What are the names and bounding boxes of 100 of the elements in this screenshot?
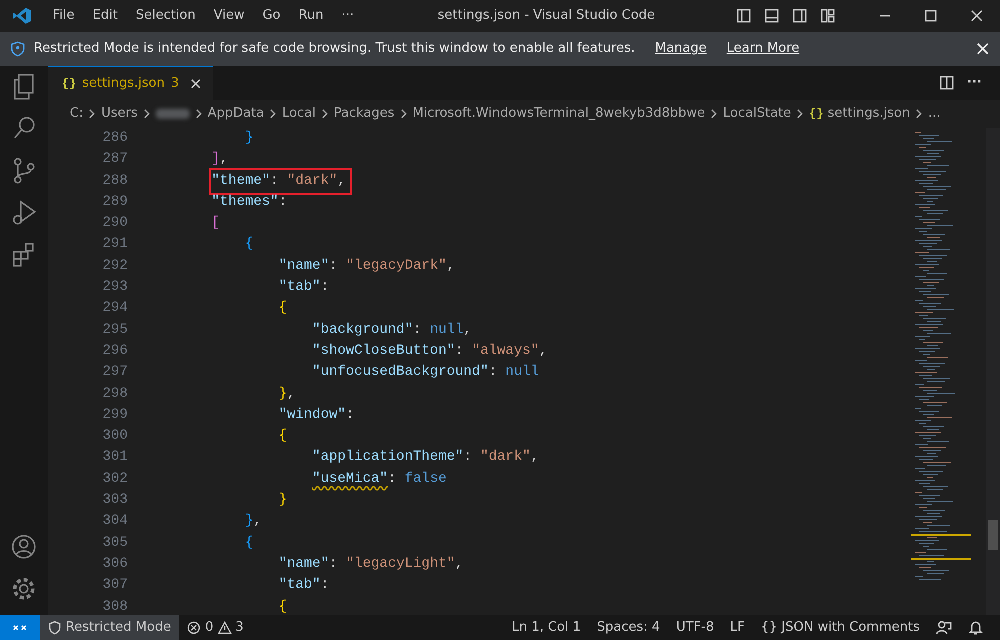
- chevron-right-icon: [142, 108, 152, 120]
- banner-message: Restricted Mode is intended for safe code browsing. Trust this window to enable all features.: [34, 40, 636, 58]
- menu-item[interactable]: Go: [254, 6, 290, 26]
- window-title: settings.json - Visual Studio Code: [436, 7, 656, 26]
- warning-icon: [218, 620, 232, 634]
- shield-icon: [48, 620, 62, 634]
- scrollbar-thumb[interactable]: [988, 520, 998, 550]
- code-token: {: [245, 534, 254, 551]
- line-number: 289: [102, 192, 128, 212]
- code-token: {: [278, 598, 288, 615]
- menu-item[interactable]: File: [44, 6, 84, 26]
- menu-item[interactable]: Selection: [126, 6, 205, 26]
- line-number: 302: [102, 470, 128, 489]
- panel-layout-icon[interactable]: [764, 8, 780, 24]
- breadcrumb-item[interactable]: C:: [70, 104, 84, 124]
- line-number: 308: [102, 598, 128, 617]
- line-number: 296: [102, 342, 128, 361]
- code-token: :: [278, 194, 288, 210]
- code-token: ,: [254, 513, 262, 530]
- status-item[interactable]: LF: [722, 615, 753, 640]
- status-item[interactable]: Spaces: 4: [589, 615, 668, 640]
- line-number: 288: [102, 172, 128, 191]
- code-token: "useMica": [312, 470, 388, 487]
- chevron-right-icon: [194, 108, 204, 120]
- code-token: false: [404, 470, 447, 487]
- error-icon: [187, 620, 202, 634]
- editor-tab[interactable]: {} settings.json 3: [48, 66, 214, 100]
- code-token: "theme": [212, 172, 270, 189]
- line-number: 301: [102, 448, 128, 468]
- code-token: ,: [287, 386, 296, 402]
- line-number: 292: [102, 256, 128, 276]
- line-number: 286: [102, 129, 128, 148]
- chevron-right-icon: [795, 108, 806, 120]
- line-number: 300: [102, 427, 128, 446]
- status-item[interactable]: UTF-8: [668, 615, 722, 640]
- account-icon[interactable]: [10, 533, 38, 561]
- code-token: ,: [446, 258, 456, 274]
- breadcrumb-item[interactable]: LocalState: [723, 104, 792, 124]
- code-token: :: [320, 577, 330, 594]
- grid-layout-icon[interactable]: [820, 8, 836, 24]
- breadcrumb-item[interactable]: Microsoft.WindowsTerminal_8wekyb3d8bbwe: [412, 104, 706, 124]
- code-token: "unfocusedBackground": [312, 364, 489, 380]
- line-number: 304: [102, 512, 128, 532]
- line-number: 294: [102, 299, 128, 318]
- more-actions-button[interactable]: ···: [961, 66, 988, 100]
- line-number: 307: [102, 576, 128, 596]
- line-number: 290: [102, 214, 128, 234]
- code-token: ,: [464, 322, 472, 338]
- split-layout-icon[interactable]: [792, 8, 808, 24]
- breadcrumb-item[interactable]: AppData: [208, 104, 264, 124]
- close-icon[interactable]: [976, 42, 990, 56]
- file-type-icon: {}: [62, 74, 76, 92]
- chevron-right-icon: [914, 108, 924, 120]
- split-editor-icon[interactable]: [939, 75, 956, 91]
- code-token: :: [329, 556, 339, 572]
- code-token: ,: [220, 151, 228, 168]
- line-number: 291: [102, 235, 128, 254]
- code-token: ]: [212, 151, 220, 168]
- menu-item[interactable]: Run: [290, 6, 333, 26]
- banner-link[interactable]: Learn More: [726, 39, 800, 59]
- code-token: "name": [278, 258, 330, 274]
- menu-item[interactable]: View: [204, 6, 254, 26]
- banner-link[interactable]: Manage: [655, 39, 707, 59]
- breadcrumb-item[interactable]: Users: [101, 104, 138, 124]
- code-token: "dark": [287, 172, 338, 189]
- code-token: null: [506, 364, 540, 380]
- status-item[interactable]: Ln 1, Col 1: [504, 615, 590, 640]
- chevron-right-icon: [87, 108, 98, 120]
- language-mode-item[interactable]: {} JSON with Comments: [752, 615, 928, 640]
- chevron-right-icon: [268, 108, 278, 120]
- feedback-icon[interactable]: [936, 620, 952, 636]
- code-token: :: [488, 364, 498, 380]
- bell-icon[interactable]: [968, 620, 984, 636]
- breadcrumb-item[interactable]: settings.json: [828, 104, 910, 124]
- restricted-mode-item[interactable]: Restricted Mode: [40, 615, 180, 640]
- shield-icon: [10, 41, 26, 57]
- menu-item[interactable]: Edit: [84, 6, 127, 26]
- code-token: :: [388, 470, 398, 487]
- code-token: "name": [278, 556, 330, 572]
- maximize-icon[interactable]: [923, 8, 939, 24]
- code-token: "legacyLight": [346, 556, 456, 572]
- code-token: "applicationTheme": [312, 449, 464, 466]
- sidebar-layout-icon[interactable]: [736, 8, 752, 24]
- line-number: 293: [102, 278, 128, 298]
- code-token: "legacyDark": [346, 258, 447, 274]
- problems-item[interactable]: 0 3: [179, 615, 252, 640]
- close-icon[interactable]: [189, 76, 204, 90]
- code-token: }: [245, 513, 254, 530]
- breadcrumb-item[interactable]: ...: [928, 104, 941, 124]
- run-debug-icon[interactable]: [10, 198, 38, 226]
- close-icon[interactable]: [969, 8, 985, 24]
- breadcrumb-item[interactable]: Packages: [334, 104, 395, 124]
- line-number: 297: [102, 363, 128, 382]
- code-token: "background": [312, 322, 414, 338]
- tab-label: settings.json: [82, 74, 165, 93]
- code-token: }: [278, 492, 288, 508]
- menu-item[interactable]: ···: [332, 6, 364, 26]
- breadcrumb-item[interactable]: Local: [282, 104, 316, 124]
- line-number: 305: [102, 534, 128, 553]
- scrollbar[interactable]: [986, 128, 1000, 615]
